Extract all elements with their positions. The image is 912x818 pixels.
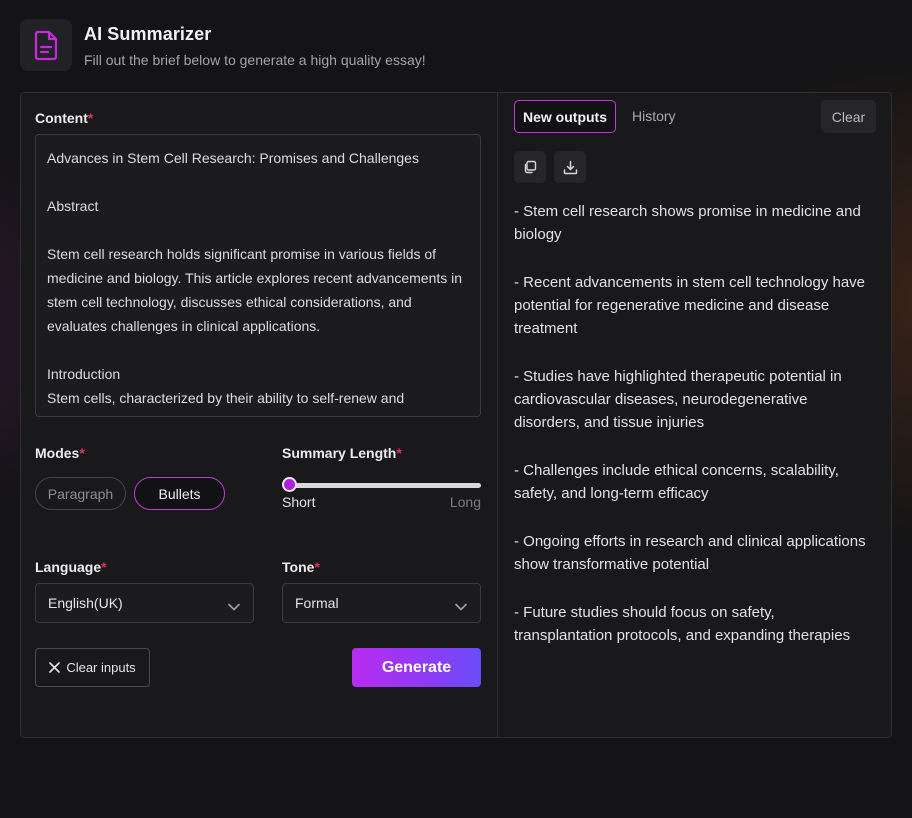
- summary-output: - Stem cell research shows promise in me…: [514, 200, 874, 672]
- list-item: - Future studies should focus on safety,…: [514, 604, 851, 644]
- list-item: - Stem cell research shows promise in me…: [514, 203, 861, 243]
- slider-thumb[interactable]: [282, 477, 297, 492]
- summary-length-slider[interactable]: [283, 483, 481, 488]
- content-text: Advances in Stem Cell Research: Promises…: [47, 150, 463, 406]
- slider-short-label: Short: [282, 494, 316, 510]
- download-button[interactable]: [554, 151, 586, 183]
- app-header: AI Summarizer Fill out the brief below t…: [20, 19, 426, 71]
- copy-icon: [523, 160, 537, 174]
- language-label: Language*: [35, 559, 107, 575]
- input-form: Content* Advances in Stem Cell Research:…: [21, 93, 497, 737]
- page-title: AI Summarizer: [84, 24, 212, 44]
- slider-long-label: Long: [449, 494, 481, 510]
- clear-inputs-label: Clear inputs: [66, 660, 136, 675]
- copy-button[interactable]: [514, 151, 546, 183]
- list-item: - Challenges include ethical concerns, s…: [514, 462, 839, 502]
- clear-inputs-button[interactable]: Clear inputs: [35, 648, 150, 687]
- list-item: - Studies have highlighted therapeutic p…: [514, 368, 842, 431]
- download-icon: [563, 160, 578, 175]
- tone-label: Tone*: [282, 559, 320, 575]
- page-subtitle: Fill out the brief below to generate a h…: [84, 52, 426, 68]
- document-icon: [20, 19, 72, 71]
- tone-select[interactable]: Formal: [282, 583, 481, 623]
- summary-length-label: Summary Length*: [282, 445, 402, 461]
- tone-value: Formal: [295, 595, 339, 611]
- tab-new-outputs[interactable]: New outputs: [514, 100, 616, 133]
- chevron-down-icon: [228, 598, 240, 614]
- list-item: - Recent advancements in stem cell techn…: [514, 274, 866, 337]
- content-textarea[interactable]: Advances in Stem Cell Research: Promises…: [35, 134, 481, 417]
- language-value: English(UK): [48, 595, 123, 611]
- chevron-down-icon: [455, 598, 467, 614]
- list-item: - Ongoing efforts in research and clinic…: [514, 533, 866, 573]
- tab-history[interactable]: History: [632, 108, 676, 124]
- content-label: Content*: [35, 110, 94, 126]
- clear-output-button[interactable]: Clear: [821, 100, 876, 133]
- close-icon: [49, 662, 61, 673]
- language-select[interactable]: English(UK): [35, 583, 254, 623]
- generate-button[interactable]: Generate: [352, 648, 481, 687]
- mode-paragraph-button[interactable]: Paragraph: [35, 477, 126, 510]
- mode-bullets-button[interactable]: Bullets: [134, 477, 225, 510]
- main-panel: Content* Advances in Stem Cell Research:…: [20, 92, 892, 738]
- output-panel: New outputs History Clear - Stem cell re…: [498, 93, 891, 737]
- modes-label: Modes*: [35, 445, 85, 461]
